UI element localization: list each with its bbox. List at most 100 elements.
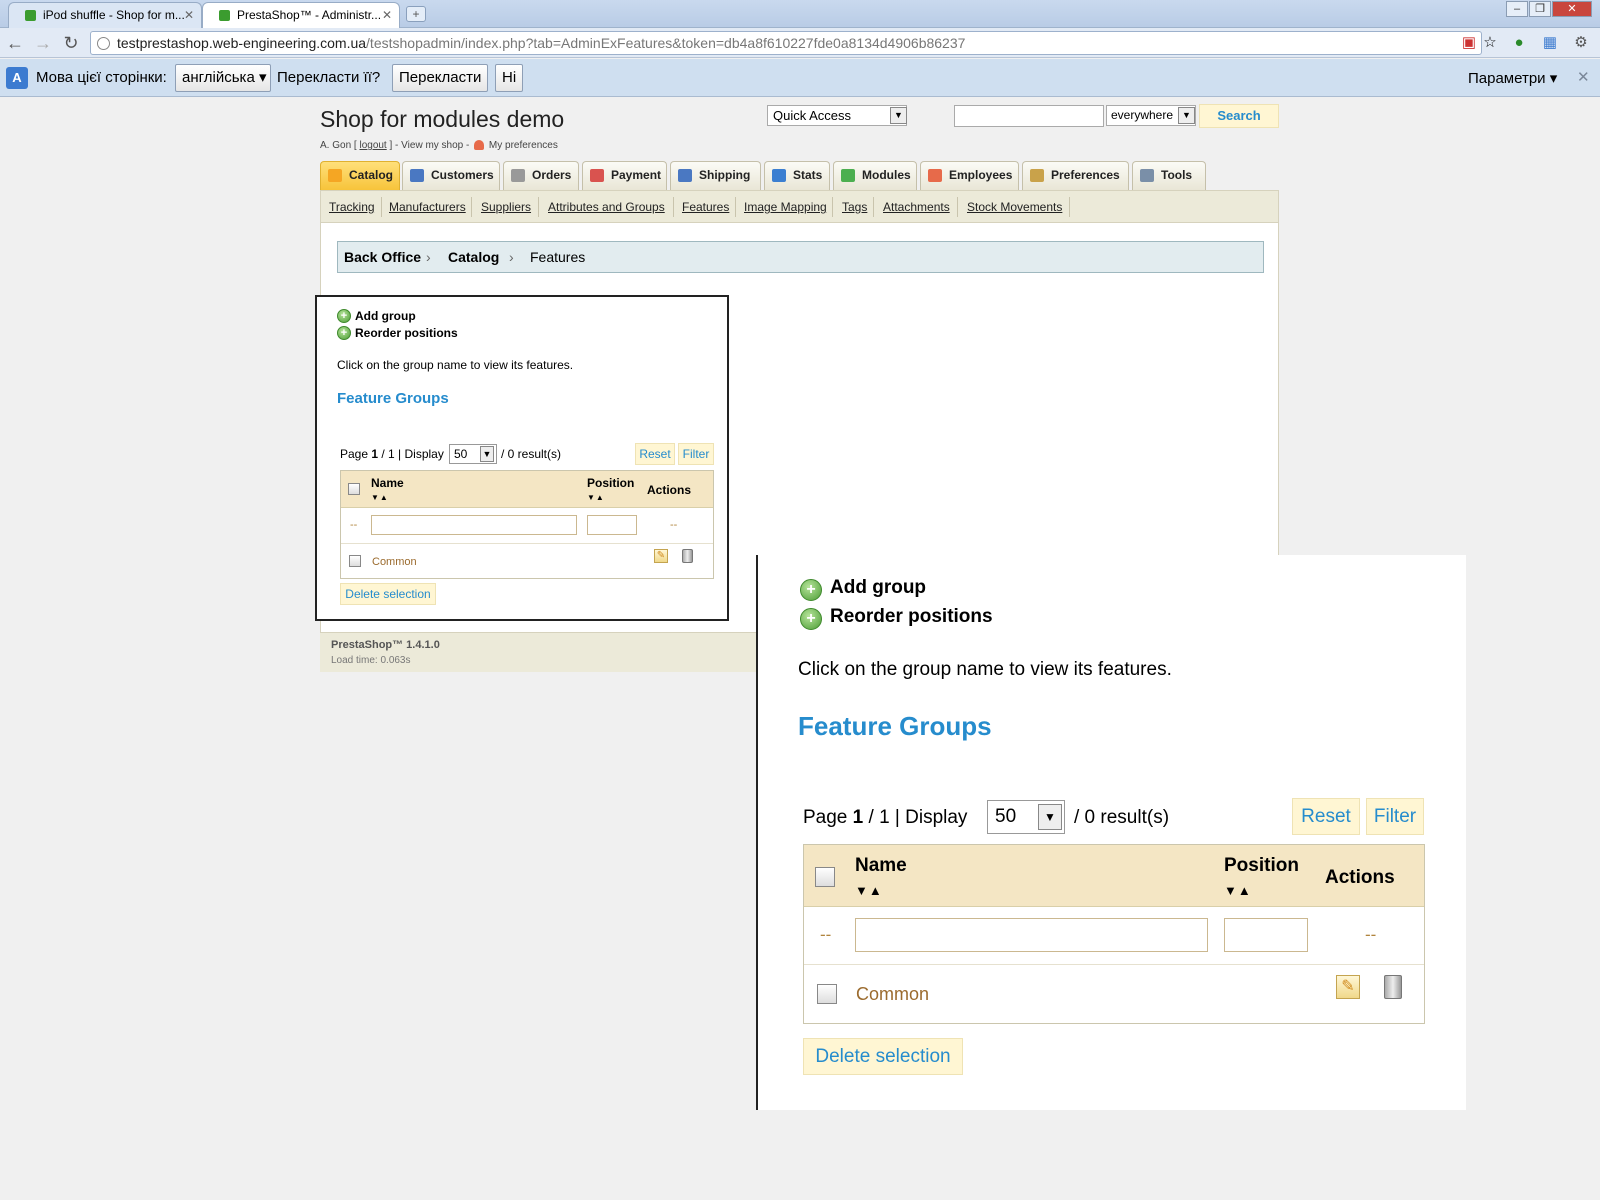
quick-access-select[interactable]: Quick Access ▼ (767, 105, 907, 126)
group-name-link[interactable]: Common (372, 556, 417, 568)
favicon-icon (219, 10, 230, 21)
delete-selection-button[interactable]: Delete selection (803, 1038, 963, 1075)
pdf-icon[interactable]: ▣ (1460, 34, 1478, 52)
column-actions: Actions (647, 483, 692, 497)
tab-modules[interactable]: Modules (833, 161, 917, 190)
reset-button[interactable]: Reset (635, 443, 675, 465)
tab-employees[interactable]: Employees (920, 161, 1019, 190)
add-group-link[interactable]: Add group (355, 309, 416, 323)
shop-title: Shop for modules demo (320, 106, 565, 132)
tab-preferences[interactable]: Preferences (1022, 161, 1129, 190)
filter-button[interactable]: Filter (1366, 798, 1424, 835)
subtab-suppliers[interactable]: Suppliers (481, 200, 531, 214)
name-filter-input[interactable] (855, 918, 1208, 952)
translate-button[interactable]: Перекласти (392, 64, 489, 92)
sort-arrows-icon[interactable]: ▼▲ (855, 883, 883, 898)
group-name-link[interactable]: Common (856, 984, 929, 1005)
forward-icon[interactable]: → (32, 32, 54, 54)
search-scope-select[interactable]: everywhere ▼ (1106, 105, 1196, 126)
tab-title: PrestaShop™ - Administr... (237, 8, 382, 22)
tab-shipping[interactable]: Shipping (670, 161, 761, 190)
browser-tab-admin[interactable]: PrestaShop™ - Administr... ✕ (202, 2, 400, 28)
tab-tools[interactable]: Tools (1132, 161, 1206, 190)
select-all-checkbox[interactable] (815, 867, 835, 887)
minimize-button[interactable]: – (1506, 1, 1528, 17)
reload-icon[interactable]: ↻ (60, 32, 82, 54)
column-actions: Actions (1325, 867, 1395, 888)
row-checkbox[interactable] (349, 555, 361, 567)
edit-icon[interactable]: ✎ (1336, 975, 1360, 999)
employee-icon (928, 169, 942, 182)
maximize-button[interactable]: ❐ (1529, 1, 1551, 17)
divider (957, 197, 958, 217)
browser-tab-shop[interactable]: iPod shuffle - Shop for m... ✕ (8, 2, 202, 28)
row-checkbox[interactable] (817, 984, 837, 1004)
search-button[interactable]: Search (1199, 104, 1279, 128)
language-select[interactable]: англійська ▾ (175, 64, 271, 92)
tab-customers[interactable]: Customers (402, 161, 500, 190)
star-icon[interactable]: ☆ (1481, 34, 1499, 52)
display-select[interactable]: 50 ▼ (987, 800, 1065, 834)
feature-groups-table: Name ▼▲ Position ▼▲ Actions -- -- Common… (803, 844, 1425, 1024)
payment-icon (590, 169, 604, 182)
new-tab-button[interactable]: + (406, 6, 426, 22)
filter-placeholder: -- (350, 519, 358, 531)
breadcrumb-catalog[interactable]: Catalog (448, 242, 499, 272)
close-window-button[interactable]: ✕ (1552, 1, 1592, 17)
search-input[interactable] (954, 105, 1104, 127)
wrench-icon (1140, 169, 1154, 182)
options-label: Параметри (1468, 70, 1546, 87)
my-preferences-link[interactable]: My preferences (489, 140, 558, 151)
reset-button[interactable]: Reset (1292, 798, 1360, 835)
view-shop-link[interactable]: ] - View my shop - (390, 140, 470, 151)
divider (381, 197, 382, 217)
sort-arrows-icon[interactable]: ▼▲ (1224, 883, 1252, 898)
tab-orders[interactable]: Orders (503, 161, 579, 190)
subtab-tags[interactable]: Tags (842, 200, 867, 214)
name-filter-input[interactable] (371, 515, 577, 535)
add-icon: + (337, 309, 351, 323)
display-select[interactable]: 50 ▼ (449, 444, 497, 464)
trash-icon[interactable] (682, 549, 693, 563)
subtab-manufacturers[interactable]: Manufacturers (389, 200, 466, 214)
display-value: 50 (995, 806, 1017, 827)
position-filter-input[interactable] (587, 515, 637, 535)
pagination-text: Page 1 / 1 | Display (340, 447, 444, 461)
address-bar[interactable]: testprestashop.web-engineering.com.ua/te… (90, 31, 1482, 55)
tab-payment[interactable]: Payment (582, 161, 667, 190)
breadcrumb-back-office[interactable]: Back Office (344, 242, 421, 272)
logout-link[interactable]: logout (359, 140, 386, 151)
extension-icon[interactable]: ● (1510, 34, 1528, 52)
reorder-positions-link[interactable]: Reorder positions (830, 606, 993, 628)
sort-arrows-icon[interactable]: ▼▲ (587, 493, 605, 502)
no-button[interactable]: Ні (495, 64, 524, 92)
options-menu[interactable]: Параметри ▾ (1468, 69, 1557, 87)
tab-catalog[interactable]: Catalog (320, 161, 400, 190)
close-tab-icon[interactable]: ✕ (382, 8, 392, 22)
add-group-link[interactable]: Add group (830, 577, 926, 599)
position-filter-input[interactable] (1224, 918, 1308, 952)
wrench-icon[interactable]: ⚙ (1572, 34, 1590, 52)
delete-selection-button[interactable]: Delete selection (340, 583, 436, 605)
results-text: / 0 result(s) (1074, 807, 1170, 828)
edit-icon[interactable]: ✎ (654, 549, 668, 563)
back-icon[interactable]: ← (4, 32, 26, 54)
chevron-down-icon: ▼ (480, 446, 494, 462)
trash-icon[interactable] (1384, 975, 1402, 999)
translate-icon[interactable]: ▦ (1541, 34, 1559, 52)
filter-button[interactable]: Filter (678, 443, 714, 465)
sort-arrows-icon[interactable]: ▼▲ (371, 493, 389, 502)
close-translate-bar-icon[interactable]: ✕ (1577, 68, 1590, 86)
subtab-attachments[interactable]: Attachments (883, 200, 950, 214)
quick-access-value: Quick Access (773, 108, 852, 123)
subtab-attributes[interactable]: Attributes and Groups (548, 200, 665, 214)
tab-stats[interactable]: Stats (764, 161, 830, 190)
subtab-features[interactable]: Features (682, 200, 729, 214)
subtab-image-mapping[interactable]: Image Mapping (744, 200, 827, 214)
url-host: testprestashop.web-engineering.com.ua (117, 35, 367, 51)
subtab-stock-movements[interactable]: Stock Movements (967, 200, 1062, 214)
close-tab-icon[interactable]: ✕ (184, 8, 194, 22)
select-all-checkbox[interactable] (348, 483, 360, 495)
subtab-tracking[interactable]: Tracking (329, 200, 375, 214)
reorder-positions-link[interactable]: Reorder positions (355, 326, 458, 340)
